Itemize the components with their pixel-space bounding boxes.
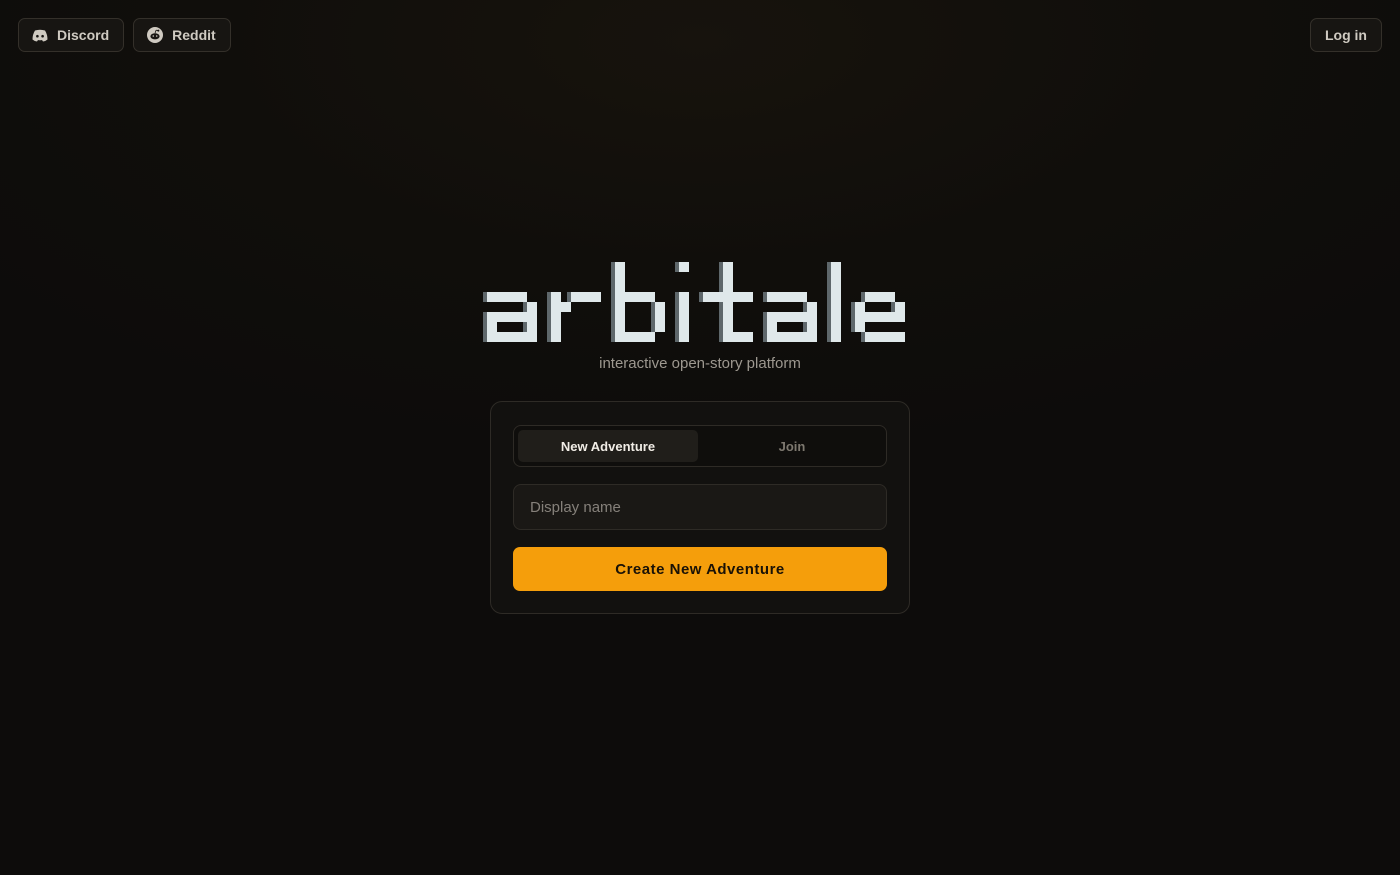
reddit-label: Reddit: [172, 27, 216, 43]
logo-letter-b: [611, 262, 665, 342]
tagline: interactive open-story platform: [599, 355, 801, 372]
logo-letter-e: [851, 292, 905, 342]
tab-join[interactable]: Join: [702, 430, 882, 462]
logo-letter-l: [827, 262, 841, 342]
tab-new-adventure[interactable]: New Adventure: [518, 430, 698, 462]
logo-letter-a: [483, 292, 537, 342]
reddit-icon: [147, 27, 164, 43]
discord-label: Discord: [57, 27, 110, 43]
logo-letter-r: [547, 292, 601, 342]
logo-letter-t: [699, 262, 753, 342]
discord-button[interactable]: Discord: [18, 18, 125, 52]
social-links: Discord Reddit: [18, 18, 231, 52]
logo: [0, 258, 1400, 342]
adventure-card: New Adventure Join Create New Adventure: [490, 401, 910, 614]
logo-letter-a: [763, 292, 817, 342]
reddit-button[interactable]: Reddit: [133, 18, 231, 52]
create-adventure-button[interactable]: Create New Adventure: [513, 547, 887, 591]
mode-tabs: New Adventure Join: [513, 425, 887, 467]
logo-letter-i: [675, 262, 689, 342]
discord-icon: [32, 27, 48, 43]
logo-wordmark: [483, 262, 905, 342]
login-button[interactable]: Log in: [1310, 18, 1382, 52]
login-label: Log in: [1325, 27, 1367, 43]
display-name-input[interactable]: [513, 484, 887, 530]
